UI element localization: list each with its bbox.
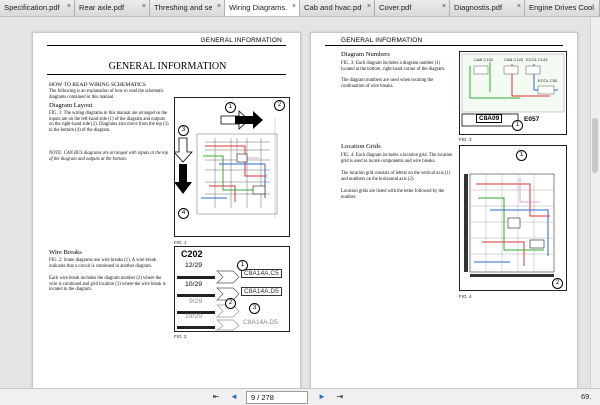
fig3-text-2: The diagram numbers are used when locati… <box>341 78 455 89</box>
next-page-button[interactable]: ► <box>316 391 328 403</box>
running-head: GENERAL INFORMATION <box>201 37 282 44</box>
header-rule <box>47 45 286 46</box>
fig3-label: CAB C142 <box>474 57 493 62</box>
document-viewport[interactable]: GENERAL INFORMATION GENERAL INFORMATION … <box>0 18 600 388</box>
tab-cab-hvac[interactable]: Cab and hvac.pdf × <box>300 0 375 17</box>
tab-threshing[interactable]: Threshing and separa... × <box>150 0 225 17</box>
pdf-viewer-window: Specification.pdf × Rear axle.pdf × Thresh… <box>0 0 600 405</box>
wire-number: 10/29 <box>185 281 202 288</box>
fig3-diagram-number: E057 <box>524 116 539 123</box>
close-icon[interactable]: × <box>217 3 221 10</box>
fig1-wiring-diagram: 1 2 3 4 <box>174 97 290 237</box>
tab-specification[interactable]: Specification.pdf × <box>0 0 75 17</box>
tab-label: Engine Drives Cool <box>529 3 599 12</box>
running-head: GENERAL INFORMATION <box>341 37 422 44</box>
close-icon[interactable]: × <box>292 3 296 10</box>
wire-break-code: C8A14A.D5 <box>241 319 280 326</box>
close-icon[interactable]: × <box>442 3 446 10</box>
tab-cover[interactable]: Cover.pdf × <box>375 0 450 17</box>
tab-bar: Specification.pdf × Rear axle.pdf × Thresh… <box>0 0 600 17</box>
subsection-diagram-layout: Diagram Layout <box>49 102 92 109</box>
subsection-location-grids: Location Grids <box>341 143 381 150</box>
first-page-button[interactable]: ⇤ <box>210 391 222 403</box>
pdf-page-left: GENERAL INFORMATION GENERAL INFORMATION … <box>32 32 301 405</box>
tab-label: Diagnostis.pdf <box>454 3 512 12</box>
callout-1: 1 <box>225 102 236 113</box>
fig1-caption: FIG. 1 <box>174 240 187 245</box>
fig3-label: ECOL C50 <box>538 78 557 83</box>
vertical-scrollbar[interactable] <box>590 18 600 388</box>
subsection-diagram-numbers: Diagram Numbers <box>341 51 390 58</box>
wire-break-code: C8A14A.D5 <box>241 287 282 296</box>
callout-1: 1 <box>512 120 523 131</box>
previous-page-button[interactable]: ◄ <box>228 391 240 403</box>
callout-2: 2 <box>274 100 285 111</box>
wire-number: 9/29 <box>189 298 202 305</box>
fig3-diagram-number: CAB C142 CAB C143 ECOL C143 ECOL C50 C8A… <box>459 51 567 135</box>
close-icon[interactable]: × <box>517 3 521 10</box>
page-title: GENERAL INFORMATION <box>33 61 302 72</box>
fig3-caption: FIG. 3 <box>459 137 472 142</box>
header-rule <box>325 45 563 46</box>
fig2-text-1: FIG. 2: Some diagrams use wire breaks (1… <box>49 258 169 269</box>
tab-rear-axle[interactable]: Rear axle.pdf × <box>75 0 150 17</box>
section-heading: HOW TO READ WIRING SCHEMATICS <box>49 82 146 88</box>
wire-number: 12/29 <box>185 262 202 269</box>
tab-label: Cover.pdf <box>379 3 437 12</box>
fig4-location-grid: 1 2 <box>459 145 567 291</box>
callout-2: 2 <box>225 298 236 309</box>
last-page-button[interactable]: ⇥ <box>334 391 346 403</box>
wire-line <box>177 294 215 297</box>
wire-break-code: C8A14A.C5 <box>241 269 282 278</box>
callout-1: 1 <box>237 260 248 271</box>
callout-3: 3 <box>249 303 260 314</box>
fig2-wire-breaks: C202 12/29 10/29 9/29 19/29 C8A14A.C5 C8… <box>174 246 290 332</box>
fig4-text-1: FIG. 4: Each diagram includes a location… <box>341 153 455 164</box>
tab-label: Specification.pdf <box>4 3 62 12</box>
close-icon[interactable]: × <box>367 3 371 10</box>
title-rule <box>47 74 286 75</box>
scrollbar-thumb[interactable] <box>592 118 598 173</box>
location-grid-image <box>460 146 566 290</box>
page-number-input[interactable]: 9 / 278 <box>246 391 308 404</box>
tab-diagnostis[interactable]: Diagnostis.pdf × <box>450 0 525 17</box>
fig3-label: CAB C143 <box>504 57 523 62</box>
fig2-text-2: Each wire break includes the diagram num… <box>49 276 169 293</box>
fig4-text-2: The location grid consists of letters on… <box>341 171 455 182</box>
section-intro: The following is an explanation of how t… <box>49 89 169 100</box>
tab-engine-drives[interactable]: Engine Drives Cool <box>525 0 600 17</box>
tab-label: Wiring Diagrams.pdf <box>229 3 287 12</box>
fig2-caption: FIG. 2 <box>174 334 187 339</box>
zoom-level[interactable]: 69. <box>581 392 591 401</box>
wire-line <box>177 326 215 329</box>
wire-line <box>177 276 215 279</box>
tab-label: Rear axle.pdf <box>79 3 137 12</box>
wire-number: 19/29 <box>185 313 202 320</box>
tab-label: Cab and hvac.pdf <box>304 3 362 12</box>
navigation-toolbar: ⇤ ◄ 9 / 278 ► ⇥ 69. <box>0 388 600 405</box>
callout-1: 1 <box>516 150 527 161</box>
callout-2: 2 <box>552 278 563 289</box>
wiring-schematic-image <box>175 98 289 236</box>
close-icon[interactable]: × <box>142 3 146 10</box>
fig4-caption: FIG. 4 <box>459 294 472 299</box>
fig3-label: ECOL C143 <box>526 57 547 62</box>
fig1-note: NOTE: CAN BUS diagrams are arranged with… <box>49 151 169 162</box>
tab-label: Threshing and separa... <box>154 3 212 12</box>
fig3-diagram-id: C8A09 <box>476 114 502 123</box>
fig3-text-1: FIG. 3: Each diagram includes a diagram … <box>341 61 455 72</box>
subsection-wire-breaks: Wire Breaks <box>49 249 82 256</box>
connector-label: C202 <box>181 249 203 259</box>
fig1-text: FIG. 1: The wiring diagrams in this manu… <box>49 111 169 133</box>
tab-wiring-diagrams[interactable]: Wiring Diagrams.pdf × <box>225 0 300 17</box>
callout-4: 4 <box>178 208 189 219</box>
close-icon[interactable]: × <box>67 3 71 10</box>
callout-3: 3 <box>178 125 189 136</box>
fig4-text-3: Location grids are listed with the lette… <box>341 189 455 200</box>
pdf-page-right: GENERAL INFORMATION Diagram Numbers FIG.… <box>310 32 578 405</box>
